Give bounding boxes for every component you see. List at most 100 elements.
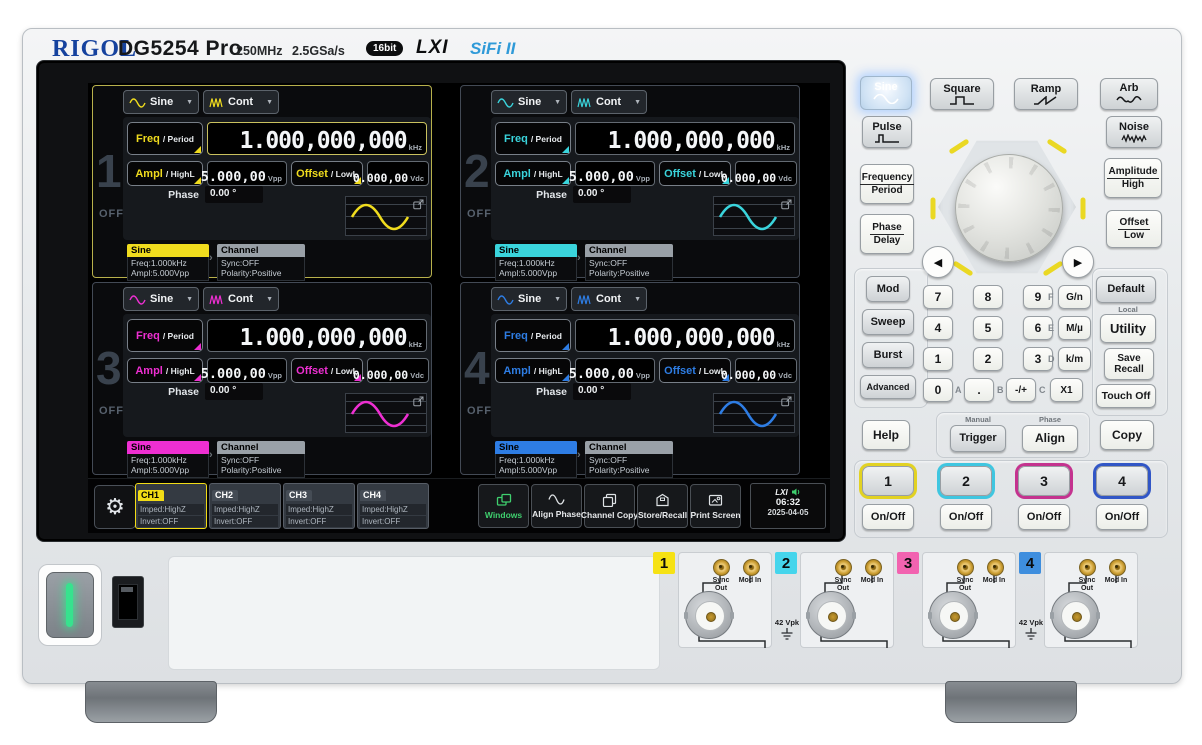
freq-period-button[interactable]: Freq / Period (127, 319, 203, 352)
channel-copy-button[interactable]: Channel Copy (584, 484, 635, 528)
phase-value[interactable]: 0.00 ° (205, 383, 263, 400)
offset-low-button[interactable]: OffsetLow (1106, 210, 1162, 248)
advanced-button[interactable]: Advanced (860, 375, 916, 399)
phase-delay-button[interactable]: PhaseDelay (860, 214, 914, 254)
offset-value-display[interactable]: 0.000,00 Vdc (735, 161, 797, 186)
utility-button[interactable]: Utility (1100, 314, 1156, 343)
store-recall-button[interactable]: Store/Recall (637, 484, 688, 528)
unit-giga-nano-key[interactable]: G/n (1058, 285, 1091, 309)
offset-value-display[interactable]: 0.000,00 Vdc (367, 358, 429, 383)
touch-screen[interactable]: 1 OFF Sine ▼ Cont ▼ Freq / Period 1.000,… (88, 83, 830, 533)
waveform-select-dropdown[interactable]: Sine ▼ (123, 90, 199, 114)
pulse-wave-button[interactable]: Pulse (862, 116, 912, 148)
unit-mega-micro-key[interactable]: M/µ (1058, 316, 1091, 340)
amplitude-value-display[interactable]: 5.000,00 Vpp (207, 358, 287, 383)
phase-value[interactable]: 0.00 ° (205, 186, 263, 203)
channel-output-tab[interactable]: CH4 Imped:HighZ Invert:OFF (357, 483, 429, 529)
ampl-high-button[interactable]: Ampl / HighL (495, 161, 571, 186)
ampl-high-button[interactable]: Ampl / HighL (127, 161, 203, 186)
channel-1-key[interactable]: 1 (862, 466, 914, 496)
waveform-select-dropdown[interactable]: Sine ▼ (491, 90, 567, 114)
default-button[interactable]: Default (1096, 276, 1156, 303)
waveform-select-dropdown[interactable]: Sine ▼ (491, 287, 567, 311)
wave-summary-tab[interactable]: Sine Freq:1.000kHz Ampl:5.000Vpp (127, 441, 209, 478)
phase-value[interactable]: 0.00 ° (573, 186, 631, 203)
mode-select-dropdown[interactable]: Cont ▼ (571, 90, 647, 114)
offset-value-display[interactable]: 0.000,00 Vdc (735, 358, 797, 383)
channel-summary-tab[interactable]: Channel Sync:OFF Polarity:Positive (585, 441, 673, 478)
channel-3-key[interactable]: 3 (1018, 466, 1070, 496)
burst-button[interactable]: Burst (862, 342, 914, 368)
numpad-7[interactable]: 7 (923, 285, 953, 309)
channel-3-onoff-button[interactable]: On/Off (1018, 504, 1070, 530)
numpad-1[interactable]: 1 (923, 347, 953, 371)
noise-wave-button[interactable]: Noise (1106, 116, 1162, 148)
mode-select-dropdown[interactable]: Cont ▼ (203, 90, 279, 114)
waveform-preview[interactable] (345, 196, 427, 236)
waveform-preview[interactable] (345, 393, 427, 433)
numpad-0[interactable]: 0 (923, 378, 953, 402)
freq-period-button[interactable]: Freq / Period (495, 319, 571, 352)
numpad-2[interactable]: 2 (973, 347, 1003, 371)
numpad-decimal[interactable]: . (964, 378, 994, 402)
channel-2-onoff-button[interactable]: On/Off (940, 504, 992, 530)
amplitude-value-display[interactable]: 5.000,00 Vpp (207, 161, 287, 186)
numpad-4[interactable]: 4 (923, 316, 953, 340)
wave-summary-tab[interactable]: Sine Freq:1.000kHz Ampl:5.000Vpp (495, 441, 577, 478)
unit-x1-key[interactable]: X1 (1050, 378, 1083, 402)
cursor-right-button[interactable]: ▶ (1062, 246, 1094, 278)
amplitude-value-display[interactable]: 5.000,00 Vpp (575, 161, 655, 186)
copy-button[interactable]: Copy (1100, 420, 1154, 450)
freq-period-button[interactable]: Freq / Period (127, 122, 203, 155)
frequency-value-display[interactable]: 1.000,000,000 kHz (207, 122, 427, 155)
sweep-button[interactable]: Sweep (862, 309, 914, 335)
channel-summary-tab[interactable]: Channel Sync:OFF Polarity:Positive (585, 244, 673, 281)
numpad-8[interactable]: 8 (973, 285, 1003, 309)
channel-output-tab[interactable]: CH2 Imped:HighZ Invert:OFF (209, 483, 281, 529)
numpad-plus-minus[interactable]: -/+ (1006, 378, 1036, 402)
align-phase-button[interactable]: Align Phase (531, 484, 582, 528)
sine-wave-button[interactable]: Sine (860, 76, 912, 110)
frequency-period-button[interactable]: FrequencyPeriod (860, 164, 914, 204)
offset-value-display[interactable]: 0.000,00 Vdc (367, 161, 429, 186)
channel-1-onoff-button[interactable]: On/Off (862, 504, 914, 530)
phase-value[interactable]: 0.00 ° (573, 383, 631, 400)
help-button[interactable]: Help (862, 420, 910, 450)
amplitude-high-button[interactable]: AmplitudeHigh (1104, 158, 1162, 198)
arb-wave-button[interactable]: Arb (1100, 78, 1158, 110)
settings-gear-button[interactable]: ⚙ (94, 485, 136, 529)
trigger-button[interactable]: Trigger (950, 425, 1006, 452)
mode-select-dropdown[interactable]: Cont ▼ (571, 287, 647, 311)
frequency-value-display[interactable]: 1.000,000,000 kHz (575, 122, 795, 155)
ampl-high-button[interactable]: Ampl / HighL (495, 358, 571, 383)
mod-button[interactable]: Mod (866, 276, 910, 302)
channel-summary-tab[interactable]: Channel Sync:OFF Polarity:Positive (217, 244, 305, 281)
freq-period-button[interactable]: Freq / Period (495, 122, 571, 155)
clock-display[interactable]: LXI 06:32 2025-04-05 (750, 483, 826, 529)
unit-kilo-milli-key[interactable]: k/m (1058, 347, 1091, 371)
wave-summary-tab[interactable]: Sine Freq:1.000kHz Ampl:5.000Vpp (495, 244, 577, 281)
ramp-wave-button[interactable]: Ramp (1014, 78, 1078, 110)
waveform-preview[interactable] (713, 196, 795, 236)
rotary-knob[interactable] (955, 154, 1063, 262)
square-wave-button[interactable]: Square (930, 78, 994, 110)
waveform-select-dropdown[interactable]: Sine ▼ (123, 287, 199, 311)
print-screen-button[interactable]: Print Screen (690, 484, 741, 528)
channel-summary-tab[interactable]: Channel Sync:OFF Polarity:Positive (217, 441, 305, 478)
channel-4-key[interactable]: 4 (1096, 466, 1148, 496)
waveform-preview[interactable] (713, 393, 795, 433)
channel-output-tab[interactable]: CH1 Imped:HighZ Invert:OFF (135, 483, 207, 529)
frequency-value-display[interactable]: 1.000,000,000 kHz (207, 319, 427, 352)
align-button[interactable]: Align (1022, 425, 1078, 452)
power-button[interactable] (46, 572, 94, 638)
channel-2-key[interactable]: 2 (940, 466, 992, 496)
frequency-value-display[interactable]: 1.000,000,000 kHz (575, 319, 795, 352)
touch-off-button[interactable]: Touch Off (1096, 384, 1156, 408)
channel-4-onoff-button[interactable]: On/Off (1096, 504, 1148, 530)
amplitude-value-display[interactable]: 5.000,00 Vpp (575, 358, 655, 383)
mode-select-dropdown[interactable]: Cont ▼ (203, 287, 279, 311)
channel-output-tab[interactable]: CH3 Imped:HighZ Invert:OFF (283, 483, 355, 529)
save-recall-button[interactable]: Save Recall (1104, 348, 1154, 380)
wave-summary-tab[interactable]: Sine Freq:1.000kHz Ampl:5.000Vpp (127, 244, 209, 281)
numpad-5[interactable]: 5 (973, 316, 1003, 340)
